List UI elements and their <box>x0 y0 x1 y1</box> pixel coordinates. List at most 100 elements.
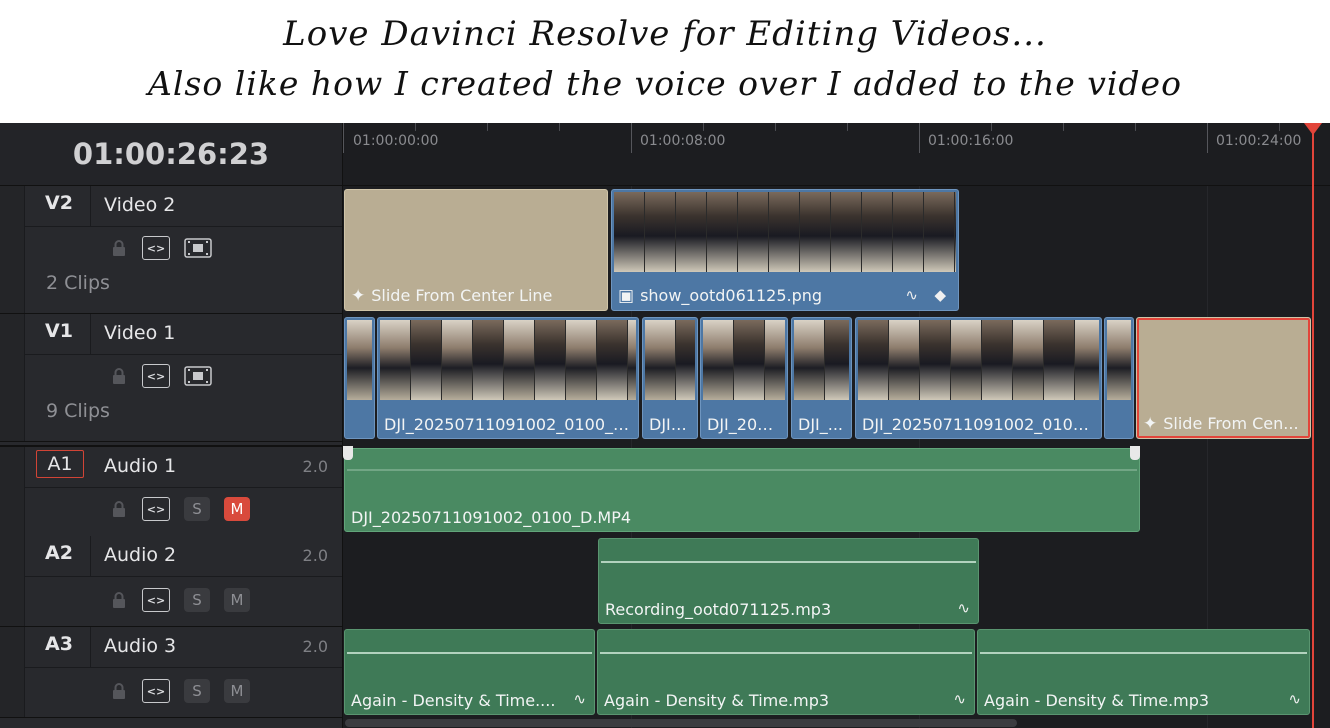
channel-level: 2.0 <box>302 546 328 565</box>
ruler-tick <box>703 123 704 131</box>
track-id: A2 <box>45 542 73 564</box>
clip-name: Again - Density & Time.mp3 <box>604 691 830 710</box>
ruler-tick <box>919 123 920 153</box>
track-id: A3 <box>45 633 73 655</box>
timecode-display[interactable]: 01:00:26:23 <box>0 123 342 186</box>
lock-icon[interactable] <box>110 239 128 257</box>
track-name[interactable]: Audio 3 <box>104 635 176 657</box>
mute-button[interactable]: M <box>224 679 250 703</box>
solo-button[interactable]: S <box>184 679 210 703</box>
video-clip[interactable]: DJI_202... <box>700 317 788 439</box>
ruler-label: 01:00:24:00 <box>1216 133 1302 149</box>
audio-clip[interactable]: Again - Density & Time.mp3 ∿ <box>977 629 1310 715</box>
video-clip[interactable]: DJI_20250711091002_0100_... <box>855 317 1102 439</box>
mute-button[interactable]: M <box>224 588 250 612</box>
audio-clip[interactable]: Again - Density & Time.mp3 ∿ <box>597 629 975 715</box>
audio-clip[interactable]: DJI_20250711091002_0100_D.MP4 <box>344 448 1140 532</box>
video-clip[interactable]: DJI_... <box>791 317 852 439</box>
audio-waveform <box>601 545 976 579</box>
track-gutter <box>0 447 25 536</box>
trim-handle[interactable] <box>1130 446 1140 460</box>
caption-line-2: Also like how I created the voice over I… <box>148 64 1182 103</box>
auto-select-icon[interactable]: <> <box>142 364 170 388</box>
curve-icon[interactable]: ∿ <box>953 690 966 708</box>
clip-name: DJI_... <box>649 415 691 434</box>
channel-level: 2.0 <box>302 637 328 656</box>
track-name[interactable]: Video 2 <box>104 194 175 216</box>
playhead-marker-icon[interactable] <box>1304 123 1322 135</box>
transition-clip-selected[interactable]: ✦ Slide From Cen... <box>1136 317 1311 439</box>
track-gutter <box>0 314 25 441</box>
lock-icon[interactable] <box>110 682 128 700</box>
transition-clip[interactable]: ✦ Slide From Center Line <box>344 189 608 311</box>
video-clip[interactable] <box>344 317 375 439</box>
ruler-label: 01:00:00:00 <box>353 133 439 149</box>
lock-icon[interactable] <box>110 500 128 518</box>
ruler-tick <box>1207 123 1208 153</box>
audio-waveform <box>347 636 592 670</box>
divider <box>90 536 91 576</box>
audio-clip[interactable]: Again - Density & Time.... ∿ <box>344 629 595 715</box>
audio-waveform <box>600 636 972 670</box>
solo-button[interactable]: S <box>184 497 210 521</box>
ruler-tick <box>559 123 560 131</box>
track-id: V1 <box>45 320 73 342</box>
track-header-a3[interactable]: A3 Audio 3 2.0 <> S M <box>0 627 342 718</box>
clip-name: Again - Density & Time.mp3 <box>984 691 1210 710</box>
mute-button[interactable]: M <box>224 497 250 521</box>
curve-icon[interactable]: ∿ <box>905 286 918 304</box>
playhead[interactable] <box>1312 123 1314 728</box>
track-header-a2[interactable]: A2 Audio 2 2.0 <> S M <box>0 536 342 627</box>
keyframe-icon[interactable]: ◆ <box>934 286 946 304</box>
ruler-tick <box>343 123 344 153</box>
curve-icon[interactable]: ∿ <box>1288 690 1301 708</box>
timeline-ruler[interactable]: 01:00:00:00 01:00:08:00 01:00:16:00 01:0… <box>343 123 1330 186</box>
clip-name: Slide From Center Line <box>371 286 553 305</box>
audio-waveform <box>980 636 1307 670</box>
track-header-a1[interactable]: A1 Audio 1 2.0 <> S M <box>0 445 342 537</box>
video-clip[interactable] <box>1104 317 1134 439</box>
track-header-v2[interactable]: V2 Video 2 <> 2 Clips <box>0 186 342 314</box>
lock-icon[interactable] <box>110 591 128 609</box>
ruler-tick <box>1063 123 1064 131</box>
ruler-tick <box>847 123 848 131</box>
divider <box>24 354 342 355</box>
clip-name: Slide From Cen... <box>1163 414 1299 433</box>
track-id: V2 <box>45 192 73 214</box>
clip-name: show_ootd061125.png <box>640 286 823 305</box>
auto-select-icon[interactable]: <> <box>142 588 170 612</box>
video-clip[interactable]: DJI_... <box>642 317 698 439</box>
track-header-v1[interactable]: V1 Video 1 <> 9 Clips <box>0 314 342 442</box>
ruler-label: 01:00:08:00 <box>640 133 726 149</box>
video-clip[interactable]: ▣ show_ootd061125.png ∿ ◆ <box>611 189 959 311</box>
ruler-tick <box>775 123 776 131</box>
divider <box>90 186 91 226</box>
track-gutter <box>0 186 25 313</box>
channel-level: 2.0 <box>302 457 328 476</box>
solo-button[interactable]: S <box>184 588 210 612</box>
auto-select-icon[interactable]: <> <box>142 497 170 521</box>
trim-handle[interactable] <box>343 446 353 460</box>
divider <box>24 667 342 668</box>
ruler-tick <box>1279 123 1280 131</box>
track-gutter <box>0 627 25 717</box>
auto-select-icon[interactable]: <> <box>142 679 170 703</box>
track-name[interactable]: Audio 2 <box>104 544 176 566</box>
divider <box>24 576 342 577</box>
film-strip-icon[interactable] <box>184 366 212 386</box>
track-name[interactable]: Video 1 <box>104 322 175 344</box>
curve-icon[interactable]: ∿ <box>957 599 970 617</box>
track-name[interactable]: Audio 1 <box>104 455 176 477</box>
curve-icon[interactable]: ∿ <box>573 690 586 708</box>
lock-icon[interactable] <box>110 367 128 385</box>
film-strip-icon[interactable] <box>184 238 212 258</box>
caption-banner: Love Davinci Resolve for Editing Videos.… <box>0 0 1330 123</box>
video-clip[interactable]: DJI_20250711091002_0100_D.... <box>377 317 639 439</box>
sparkle-icon: ✦ <box>351 286 366 306</box>
audio-clip[interactable]: Recording_ootd071125.mp3 ∿ <box>598 538 979 624</box>
clip-count: 2 Clips <box>46 272 110 294</box>
auto-select-icon[interactable]: <> <box>142 236 170 260</box>
ruler-tick <box>991 123 992 131</box>
clip-name: DJI_... <box>798 415 844 434</box>
horizontal-scrollbar[interactable] <box>345 719 1017 727</box>
